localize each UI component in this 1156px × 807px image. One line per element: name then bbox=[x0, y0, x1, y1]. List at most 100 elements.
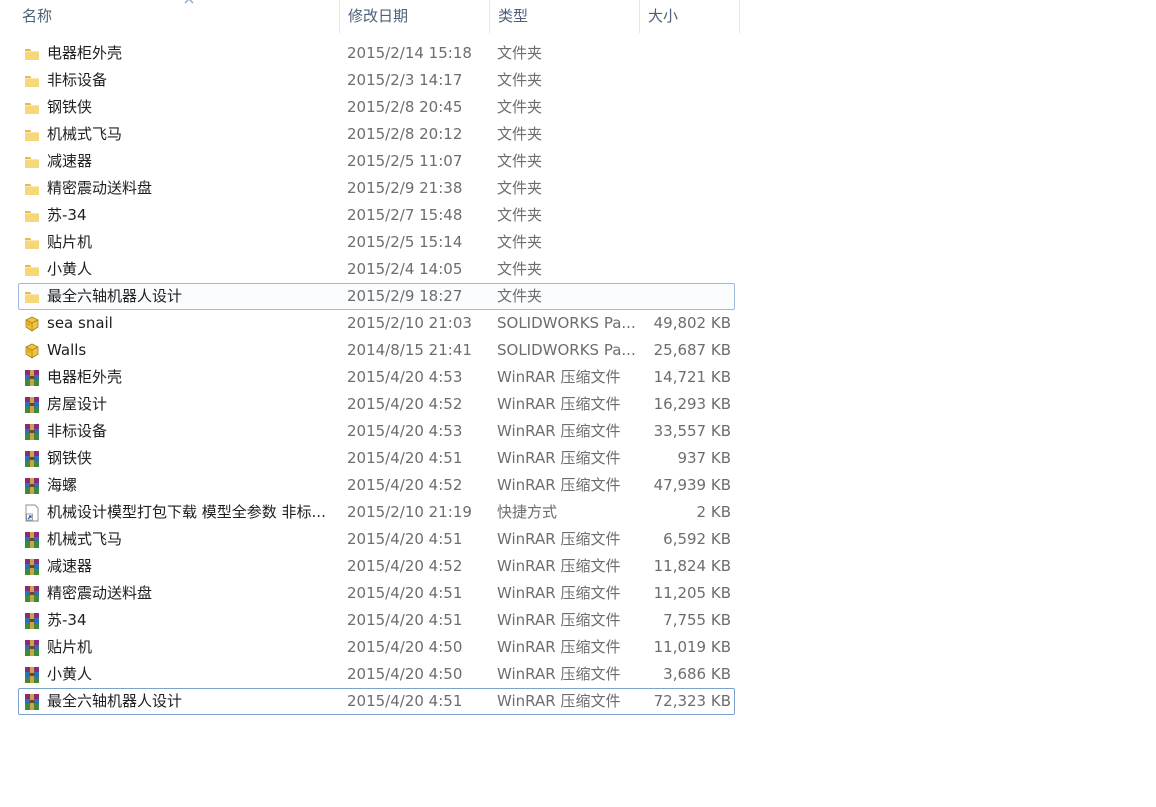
file-date: 2015/2/10 21:19 bbox=[347, 503, 472, 521]
file-row[interactable]: sea snail 2015/2/10 21:03 SOLIDWORKS Pa...… bbox=[18, 310, 735, 337]
file-size: 47,939 KB bbox=[653, 476, 731, 494]
file-date: 2015/2/9 18:27 bbox=[347, 287, 463, 305]
file-date: 2015/4/20 4:51 bbox=[347, 692, 463, 710]
folder-icon bbox=[23, 207, 41, 225]
folder-icon bbox=[23, 99, 41, 117]
file-row[interactable]: 机械设计模型打包下载 模型全参数 非标... 2015/2/10 21:19 快捷方… bbox=[18, 499, 735, 526]
file-date: 2015/2/10 21:03 bbox=[347, 314, 472, 332]
column-header-name[interactable]: 名称 bbox=[14, 0, 340, 33]
shortcut-icon bbox=[23, 504, 41, 522]
winrar-icon bbox=[23, 531, 41, 549]
file-row[interactable]: 电器柜外壳 2015/2/14 15:18 文件夹 bbox=[18, 40, 735, 67]
file-size bbox=[629, 95, 731, 120]
file-type: WinRAR 压缩文件 bbox=[497, 368, 621, 386]
column-header-type[interactable]: 类型 bbox=[490, 0, 640, 33]
file-type: 文件夹 bbox=[497, 98, 543, 116]
winrar-icon bbox=[23, 666, 41, 684]
file-type: 文件夹 bbox=[497, 125, 543, 143]
file-size bbox=[629, 41, 731, 66]
file-row[interactable]: 钢铁侠 2015/2/8 20:45 文件夹 bbox=[18, 94, 735, 121]
folder-icon bbox=[23, 126, 41, 144]
file-type: WinRAR 压缩文件 bbox=[497, 422, 621, 440]
winrar-icon bbox=[23, 585, 41, 603]
folder-icon bbox=[23, 45, 41, 63]
sort-ascending-icon bbox=[184, 0, 194, 4]
column-header-bar: 名称 修改日期 类型 大小 bbox=[0, 0, 740, 33]
file-row[interactable]: 小黄人 2015/4/20 4:50 WinRAR 压缩文件 3,686 KB bbox=[18, 661, 735, 688]
file-name: 钢铁侠 bbox=[47, 98, 93, 116]
file-name: 小黄人 bbox=[47, 260, 93, 278]
file-name: 非标设备 bbox=[47, 422, 108, 440]
file-row[interactable]: 减速器 2015/2/5 11:07 文件夹 bbox=[18, 148, 735, 175]
file-type: WinRAR 压缩文件 bbox=[497, 449, 621, 467]
file-date: 2015/4/20 4:51 bbox=[347, 449, 463, 467]
file-name: 减速器 bbox=[47, 557, 93, 575]
winrar-icon bbox=[23, 693, 41, 711]
file-size: 72,323 KB bbox=[653, 692, 731, 710]
column-header-size[interactable]: 大小 bbox=[640, 0, 740, 33]
file-name: 机械设计模型打包下载 模型全参数 非标... bbox=[47, 503, 326, 521]
file-size bbox=[629, 257, 731, 282]
file-row[interactable]: 电器柜外壳 2015/4/20 4:53 WinRAR 压缩文件 14,721 KB bbox=[18, 364, 735, 391]
file-type: WinRAR 压缩文件 bbox=[497, 530, 621, 548]
file-date: 2015/2/14 15:18 bbox=[347, 44, 472, 62]
file-row[interactable]: 苏-34 2015/2/7 15:48 文件夹 bbox=[18, 202, 735, 229]
file-row[interactable]: Walls 2014/8/15 21:41 SOLIDWORKS Pa... 25,6… bbox=[18, 337, 735, 364]
file-size: 14,721 KB bbox=[653, 368, 731, 386]
file-row[interactable]: 最全六轴机器人设计 2015/4/20 4:51 WinRAR 压缩文件 72,323… bbox=[18, 688, 735, 715]
file-size bbox=[629, 68, 731, 93]
column-header-size-label: 大小 bbox=[648, 7, 679, 25]
folder-icon bbox=[23, 288, 41, 306]
file-row[interactable]: 贴片机 2015/4/20 4:50 WinRAR 压缩文件 11,019 KB bbox=[18, 634, 735, 661]
file-size: 33,557 KB bbox=[653, 422, 731, 440]
folder-icon bbox=[23, 153, 41, 171]
file-size: 2 KB bbox=[696, 503, 731, 521]
file-row[interactable]: 非标设备 2015/2/3 14:17 文件夹 bbox=[18, 67, 735, 94]
file-row[interactable]: 减速器 2015/4/20 4:52 WinRAR 压缩文件 11,824 KB bbox=[18, 553, 735, 580]
file-row[interactable]: 机械式飞马 2015/2/8 20:12 文件夹 bbox=[18, 121, 735, 148]
file-name: 最全六轴机器人设计 bbox=[47, 692, 183, 710]
file-name: 苏-34 bbox=[47, 206, 87, 224]
file-type: 文件夹 bbox=[497, 287, 543, 305]
file-type: WinRAR 压缩文件 bbox=[497, 665, 621, 683]
file-row[interactable]: 最全六轴机器人设计 2015/2/9 18:27 文件夹 bbox=[18, 283, 735, 310]
file-type: 文件夹 bbox=[497, 152, 543, 170]
file-row[interactable]: 海螺 2015/4/20 4:52 WinRAR 压缩文件 47,939 KB bbox=[18, 472, 735, 499]
file-type: WinRAR 压缩文件 bbox=[497, 557, 621, 575]
file-row[interactable]: 贴片机 2015/2/5 15:14 文件夹 bbox=[18, 229, 735, 256]
file-row[interactable]: 精密震动送料盘 2015/2/9 21:38 文件夹 bbox=[18, 175, 735, 202]
file-type: WinRAR 压缩文件 bbox=[497, 638, 621, 656]
file-date: 2015/4/20 4:52 bbox=[347, 557, 463, 575]
file-name: 苏-34 bbox=[47, 611, 87, 629]
file-row[interactable]: 精密震动送料盘 2015/4/20 4:51 WinRAR 压缩文件 11,205 K… bbox=[18, 580, 735, 607]
file-date: 2015/4/20 4:50 bbox=[347, 665, 463, 683]
file-date: 2015/4/20 4:50 bbox=[347, 638, 463, 656]
file-size bbox=[629, 122, 731, 147]
file-row[interactable]: 非标设备 2015/4/20 4:53 WinRAR 压缩文件 33,557 KB bbox=[18, 418, 735, 445]
file-row[interactable]: 小黄人 2015/2/4 14:05 文件夹 bbox=[18, 256, 735, 283]
winrar-icon bbox=[23, 396, 41, 414]
file-date: 2015/2/8 20:12 bbox=[347, 125, 463, 143]
file-date: 2015/2/5 15:14 bbox=[347, 233, 463, 251]
column-header-name-label: 名称 bbox=[22, 7, 53, 25]
file-date: 2015/4/20 4:51 bbox=[347, 611, 463, 629]
winrar-icon bbox=[23, 612, 41, 630]
file-row[interactable]: 机械式飞马 2015/4/20 4:51 WinRAR 压缩文件 6,592 KB bbox=[18, 526, 735, 553]
column-header-date[interactable]: 修改日期 bbox=[340, 0, 490, 33]
file-row[interactable]: 钢铁侠 2015/4/20 4:51 WinRAR 压缩文件 937 KB bbox=[18, 445, 735, 472]
file-size: 937 KB bbox=[677, 449, 731, 467]
file-size bbox=[629, 203, 731, 228]
file-date: 2015/2/7 15:48 bbox=[347, 206, 463, 224]
file-name: 电器柜外壳 bbox=[47, 368, 123, 386]
file-row[interactable]: 苏-34 2015/4/20 4:51 WinRAR 压缩文件 7,755 KB bbox=[18, 607, 735, 634]
file-size: 11,019 KB bbox=[653, 638, 731, 656]
solidworks-icon bbox=[23, 315, 41, 333]
file-date: 2015/4/20 4:52 bbox=[347, 395, 463, 413]
file-name: 贴片机 bbox=[47, 233, 93, 251]
winrar-icon bbox=[23, 423, 41, 441]
file-size: 11,205 KB bbox=[653, 584, 731, 602]
file-type: 文件夹 bbox=[497, 179, 543, 197]
file-date: 2015/2/8 20:45 bbox=[347, 98, 463, 116]
file-row[interactable]: 房屋设计 2015/4/20 4:52 WinRAR 压缩文件 16,293 KB bbox=[18, 391, 735, 418]
file-name: 精密震动送料盘 bbox=[47, 179, 153, 197]
